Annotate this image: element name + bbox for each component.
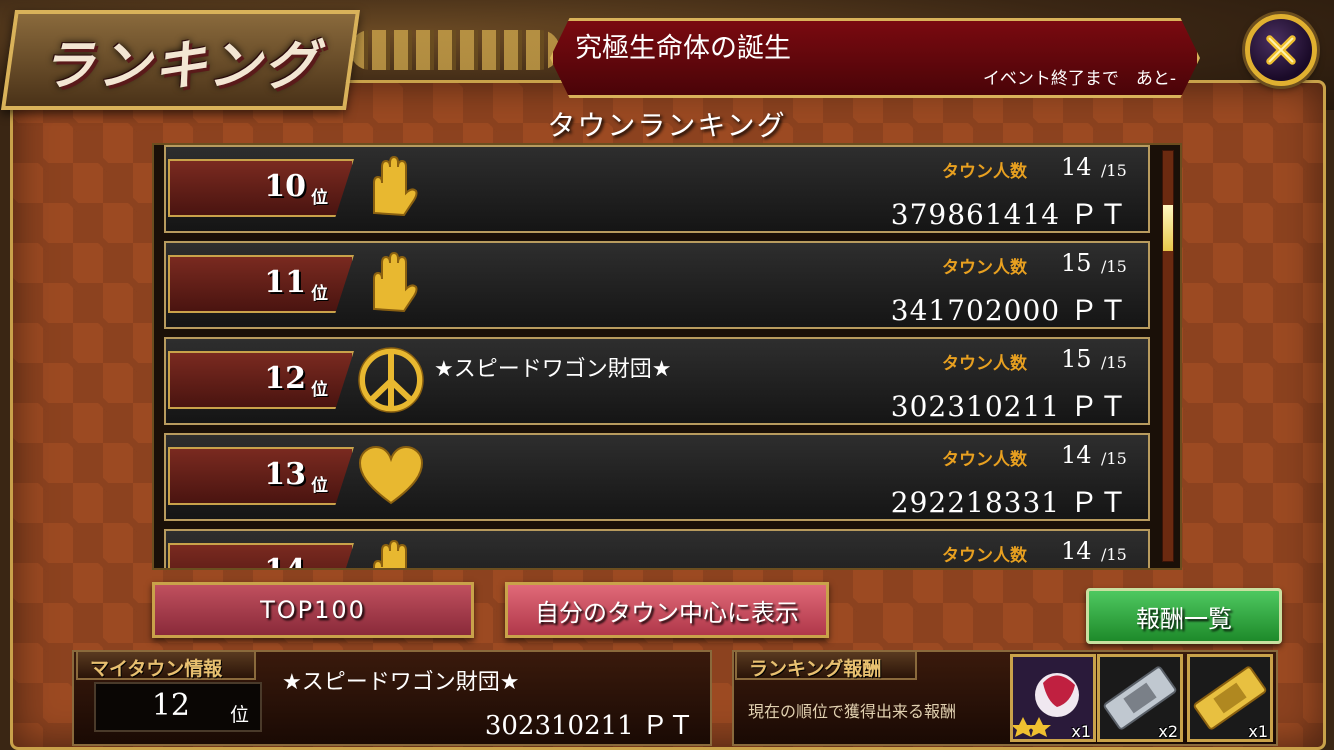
reward-quantity: x1: [1071, 722, 1091, 741]
event-countdown: イベント終了まで あと-: [982, 69, 1176, 89]
town-points: 292218331 ＰＴ: [890, 486, 1128, 519]
town-points: 302310211 ＰＴ: [890, 390, 1128, 423]
members-max: /15: [1101, 449, 1127, 468]
close-icon: [1266, 35, 1296, 65]
rank-suffix: 位: [311, 567, 328, 568]
peace-icon: [356, 345, 426, 415]
heart-icon: [356, 441, 426, 511]
rank-number: 13: [264, 457, 306, 492]
chain-decoration: [350, 30, 560, 70]
my-town-tab-label: マイタウン情報: [76, 650, 256, 680]
reward-item[interactable]: x1: [1187, 654, 1273, 742]
members-max: /15: [1101, 257, 1127, 276]
rank-number: 14: [246, 553, 306, 568]
members-label: タウン人数: [942, 258, 1027, 278]
hand-icon: [356, 249, 426, 319]
ranking-row[interactable]: 12 位 ★スピードワゴン財団★ タウン人数 15 /15 302310211 …: [164, 337, 1150, 425]
ranking-reward-description: 現在の順位で獲得出来る報酬: [748, 702, 957, 721]
reward-item[interactable]: x2: [1097, 654, 1183, 742]
town-name: ★スピードワゴン財団★: [434, 357, 672, 382]
my-town-name: ★スピードワゴン財団★: [282, 670, 520, 695]
top100-button[interactable]: TOP100: [152, 582, 474, 638]
title-banner: ランキング: [0, 10, 361, 110]
ranking-row[interactable]: 11 位 タウン人数 15 /15 341702000 ＰＴ: [164, 241, 1150, 329]
rank-suffix: 位: [311, 476, 328, 496]
reward-item[interactable]: x1: [1010, 654, 1096, 742]
town-points: 341702000 ＰＴ: [890, 294, 1128, 327]
members-count: 14: [1061, 537, 1092, 565]
members-label: タウン人数: [942, 450, 1027, 470]
members-max: /15: [1101, 161, 1127, 180]
page-title: ランキング: [41, 32, 320, 97]
rank-number: 10: [264, 169, 306, 204]
members-label: タウン人数: [942, 162, 1027, 182]
hand-icon: [356, 153, 426, 223]
members-label: タウン人数: [942, 546, 1027, 566]
rank-number: 12: [264, 361, 306, 396]
members-count: 15: [1061, 249, 1092, 277]
ranking-row[interactable]: 14 位 タウン人数 14 /15: [164, 529, 1150, 568]
ranking-row[interactable]: 10 位 タウン人数 14 /15 379861414 ＰＴ: [164, 145, 1150, 233]
ranking-row[interactable]: 13 位 タウン人数 14 /15 292218331 ＰＴ: [164, 433, 1150, 521]
members-max: /15: [1101, 353, 1127, 372]
members-max: /15: [1101, 545, 1127, 564]
members-count: 15: [1061, 345, 1092, 373]
hand-icon: [356, 537, 426, 568]
rank-suffix: 位: [311, 284, 328, 304]
scrollbar-thumb[interactable]: [1163, 205, 1173, 251]
members-count: 14: [1061, 441, 1092, 469]
members-count: 14: [1061, 153, 1092, 181]
event-title: 究極生命体の誕生: [575, 33, 791, 64]
reward-quantity: x1: [1248, 722, 1268, 741]
section-title: タウンランキング: [547, 109, 787, 142]
my-rank-suffix: 位: [230, 704, 250, 726]
reward-quantity: x2: [1158, 722, 1178, 741]
town-points: 379861414 ＰＴ: [890, 198, 1128, 231]
close-button[interactable]: [1245, 14, 1317, 86]
rank-suffix: 位: [311, 188, 328, 208]
reward-list-button[interactable]: 報酬一覧: [1086, 588, 1282, 644]
my-rank-number: 12: [151, 688, 190, 723]
ranking-reward-tab-label: ランキング報酬: [735, 650, 917, 680]
ranking-list[interactable]: 10 位 タウン人数 14 /15 379861414 ＰＴ 11 位 タウン人…: [152, 143, 1182, 570]
center-on-my-town-button[interactable]: 自分のタウン中心に表示: [505, 582, 829, 638]
my-town-points: 302310211 ＰＴ: [484, 711, 694, 741]
members-label: タウン人数: [942, 354, 1027, 374]
rank-suffix: 位: [311, 380, 328, 400]
rank-number: 11: [264, 265, 306, 300]
